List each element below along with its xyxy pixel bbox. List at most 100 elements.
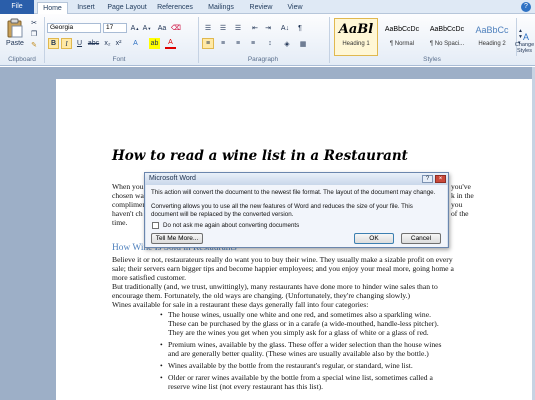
underline-button[interactable]: U [75,38,84,49]
bullet-marker: • [160,310,163,319]
style-heading-2[interactable]: AaBbCc Heading 2 [470,18,514,56]
style-heading-1[interactable]: AaBl Heading 1 [334,18,378,56]
intro-line-right: of the [451,209,469,218]
decrease-indent-icon[interactable]: ⇤ [250,23,260,33]
body-line: more satisfied customer. [112,273,187,282]
intro-line-right: k in the [451,191,474,200]
bullet-line: Wines available by the bottle from the r… [168,361,413,370]
change-styles-button[interactable]: Change Styles [514,40,535,56]
style-preview: AaBbCcDc [429,26,465,33]
bullet-line: The house wines, usually one white and o… [168,310,431,319]
bullet-marker: • [160,340,163,349]
style-normal[interactable]: AaBbCcDc ¶ Normal [380,18,424,56]
strikethrough-button[interactable]: abc [88,38,99,49]
group-label-font: Font [112,56,126,63]
paste-button[interactable]: Paste [4,39,26,48]
bullet-marker: • [160,373,163,382]
bullet-line: Premium wines, available by the glass. T… [168,340,442,349]
dialog-message: Converting allows you to use all the new… [151,203,413,210]
line-spacing-icon[interactable]: ↕ [264,38,276,49]
document-title[interactable]: How to read a wine list in a Restaurant [112,148,408,164]
ribbon-separator [198,17,199,63]
shrink-font-icon[interactable]: A ▼ [142,23,152,33]
borders-icon[interactable]: ▦ [297,38,309,49]
tab-file[interactable]: File [0,0,34,14]
ribbon-tab-bar: File Home Insert Page Layout References … [0,0,535,15]
tab-review[interactable]: Review [244,2,278,14]
format-painter-icon[interactable]: ✎ [29,40,39,49]
change-case-icon[interactable]: Aa [155,23,169,33]
intro-line: When you [112,182,144,191]
bullet-line: They are the wines you get when you simp… [168,328,429,337]
italic-button[interactable]: I [61,38,72,49]
text-effects-icon[interactable]: A [130,38,141,49]
shading-icon[interactable]: ◈ [281,38,293,49]
intro-line-right: you've [451,182,471,191]
cancel-button[interactable]: Cancel [401,233,441,244]
dialog-message: This action will convert the document to… [151,189,436,196]
tab-insert[interactable]: Insert [71,2,101,14]
bullet-line: and are generally better quality. (These… [168,349,429,358]
highlight-icon[interactable]: ab [149,38,160,49]
body-line: sale; their servers earn bigger tips and… [112,264,454,273]
increase-indent-icon[interactable]: ⇥ [263,23,273,33]
font-size-combo[interactable]: 17 [103,23,127,33]
style-label: ¶ Normal [389,41,415,47]
intro-line: haven't ch [112,209,143,218]
align-center-icon[interactable]: ≡ [217,38,229,49]
intro-line: chosen wa [112,191,144,200]
ribbon-separator [44,17,45,63]
group-label-paragraph: Paragraph [247,56,279,63]
intro-line: complimen [112,200,147,209]
convert-dialog: Microsoft Word ? × This action will conv… [144,172,449,248]
numbering-icon[interactable]: ☰ [217,23,229,33]
bold-button[interactable]: B [48,38,59,49]
body-line: Wines available for sale in a restaurant… [112,300,369,309]
style-label: Heading 1 [342,41,370,47]
multilevel-list-icon[interactable]: ☰ [232,23,244,33]
dialog-help-button[interactable]: ? [422,175,433,183]
style-no-spacing[interactable]: AaBbCcDc ¶ No Spaci... [425,18,469,56]
bullet-line: These can be purchased by the glass or i… [168,319,439,328]
align-right-icon[interactable]: ≡ [232,38,244,49]
intro-line: time. [112,218,128,227]
checkbox-label: Do not ask me again about converting doc… [163,222,300,229]
body-line: Believe it or not, restaurateurs really … [112,255,453,264]
style-label: Heading 2 [478,41,506,47]
superscript-icon[interactable]: x² [114,38,123,49]
dialog-message: document will be replaced by the convert… [151,211,294,218]
help-icon[interactable]: ? [521,2,531,12]
font-color-icon[interactable]: A [165,38,176,49]
bullet-line: Older or rarer wines available by the bo… [168,373,433,382]
body-line: But traditionally (and, we trust, unwitt… [112,282,438,291]
style-preview: AaBl [338,22,374,37]
intro-line-right: you [451,200,463,209]
align-left-icon[interactable]: ≡ [202,38,214,49]
dialog-close-button[interactable]: × [435,175,446,183]
cut-icon[interactable]: ✂ [29,18,39,27]
ribbon-separator [329,17,330,63]
clear-formatting-icon[interactable]: ⌫ [171,23,181,33]
tab-mailings[interactable]: Mailings [201,2,241,14]
show-formatting-icon[interactable]: ¶ [295,23,305,33]
sort-icon[interactable]: A↓ [279,23,291,33]
clipboard-icon[interactable] [4,18,26,38]
do-not-ask-checkbox[interactable] [152,222,159,229]
bullets-icon[interactable]: ☰ [202,23,214,33]
copy-icon[interactable]: ❐ [29,29,39,38]
grow-font-icon[interactable]: A ▲ [130,23,140,33]
tell-me-more-button[interactable]: Tell Me More... [151,233,203,244]
subscript-icon[interactable]: x₂ [103,38,112,49]
body-line: encourage them. Fortunately, the old way… [112,291,411,300]
style-label: ¶ No Spaci... [429,41,465,47]
ok-button[interactable]: OK [354,233,394,244]
justify-icon[interactable]: ≡ [247,38,259,49]
bullet-line: reserve wine list (not every restaurant … [168,382,323,391]
tab-references[interactable]: References [152,2,198,14]
tab-page-layout[interactable]: Page Layout [104,2,150,14]
ribbon: Paste ✂ ❐ ✎ Clipboard Georgia 17 A ▲ A ▼ A… [0,14,535,66]
tab-view[interactable]: View [281,2,309,14]
dialog-title: Microsoft Word [145,173,448,185]
group-label-styles: Styles [423,56,441,63]
font-name-combo[interactable]: Georgia [47,23,101,33]
